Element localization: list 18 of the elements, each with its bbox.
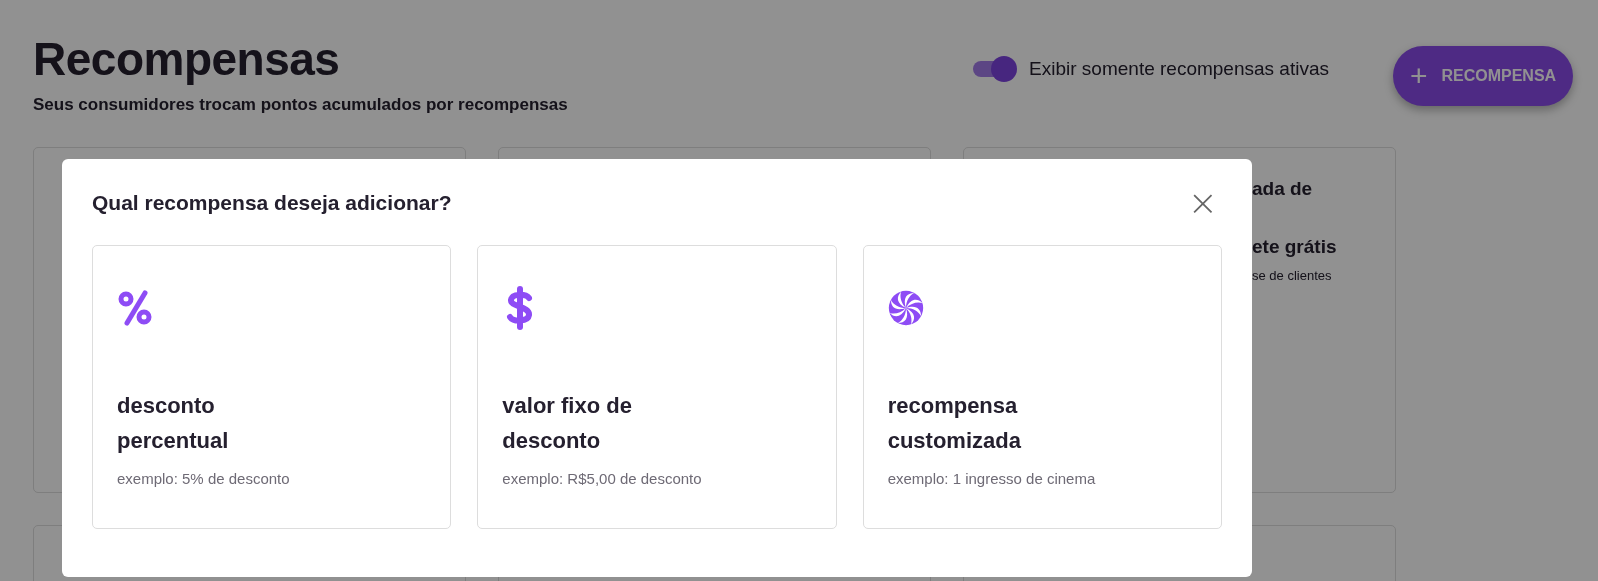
reward-option-card[interactable]: valor fixo de desconto exemplo: R$5,00 de desconto [477,245,837,529]
option-example: exemplo: 5% de desconto [117,470,290,488]
toggle-label: Exibir somente recompensas ativas [1029,58,1329,80]
option-title: valor fixo de desconto [502,392,633,456]
reward-text: se de clientes [1252,268,1333,284]
option-example: exemplo: R$5,00 de desconto [502,470,702,488]
reward-text: ete grátis [1252,236,1338,259]
option-title: desconto percentual [117,392,230,456]
reward-option-card[interactable]: desconto percentual exemplo: 5% de desconto [92,245,452,529]
modal-title: Qual recompensa deseja adicionar? [92,191,452,215]
page-title: Recompensas [33,32,341,87]
toggle-switch[interactable] [971,56,1018,82]
close-button[interactable]: × [1183,185,1222,221]
reward-option-card[interactable]: recompensa customizada exemplo: 1 ingresso de cinema [862,245,1222,529]
option-example: exemplo: 1 ingresso de cinema [887,470,1096,488]
option-title: recompensa customizada [887,392,1022,456]
reward-text: ada de [1252,178,1314,201]
page-subtitle: Seus consumidores trocam pontos acumulados por recompensas [33,95,569,116]
